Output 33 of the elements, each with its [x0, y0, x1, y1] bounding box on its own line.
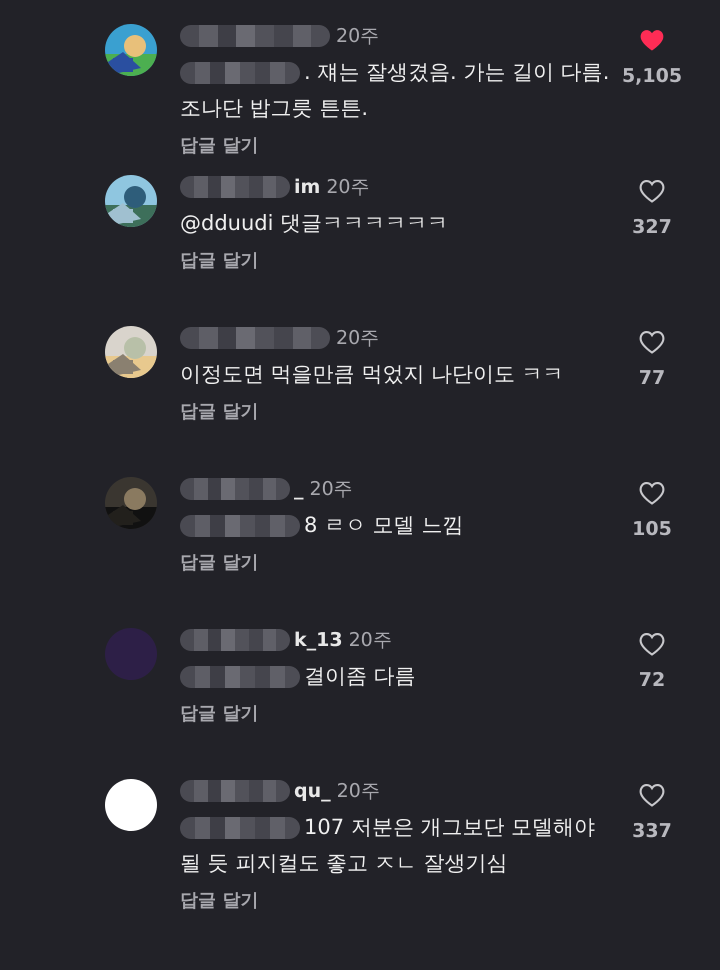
timestamp: 20주 — [336, 24, 380, 49]
timestamp: 20주 — [348, 628, 392, 653]
comment-text: . 쟤는 잘생겼음. 가는 길이 다름. 조나단 밥그릇 튼튼. — [180, 60, 610, 120]
reply-link[interactable]: 답글 달기 — [180, 132, 258, 159]
username[interactable]: im — [294, 172, 320, 202]
username[interactable]: qu_ — [294, 776, 331, 806]
timestamp: 20주 — [326, 174, 370, 200]
heart-icon[interactable] — [637, 479, 667, 507]
timestamp: 20주 — [336, 326, 380, 351]
like-count: 337 — [632, 819, 672, 844]
username[interactable]: _ — [294, 474, 304, 504]
comment-text: 결이좀 다름 — [304, 664, 416, 688]
timestamp: 20주 — [310, 476, 353, 502]
heart-icon[interactable] — [637, 630, 667, 658]
comment-text: @dduudi 댓글ㅋㅋㅋㅋㅋㅋ — [180, 211, 448, 235]
like-count: 5,105 — [622, 64, 682, 89]
reply-link[interactable]: 답글 달기 — [180, 247, 258, 274]
reply-link[interactable]: 답글 달기 — [180, 700, 258, 727]
reply-link[interactable]: 답글 달기 — [180, 887, 258, 914]
comment-text: 이정도면 먹을만큼 먹었지 나단이도 ㅋㅋ — [180, 362, 564, 386]
heart-icon[interactable] — [637, 328, 667, 356]
username[interactable]: k_13 — [294, 626, 343, 654]
heart-icon[interactable] — [637, 177, 667, 205]
reply-link[interactable]: 답글 달기 — [180, 549, 258, 576]
like-count: 77 — [638, 366, 666, 391]
like-count: 72 — [638, 668, 666, 693]
like-count: 327 — [632, 215, 672, 240]
reply-link[interactable]: 답글 달기 — [180, 398, 258, 425]
timestamp: 20주 — [336, 778, 380, 804]
comment-text: 107 저분은 개그보단 모델해야될 듯 피지컬도 좋고 ㅈㄴ 잘생기심 — [180, 815, 596, 875]
like-count: 105 — [632, 517, 672, 542]
comment-text: 8 ㄹㅇ 모델 느낌 — [304, 513, 464, 537]
heart-icon[interactable] — [637, 781, 667, 809]
